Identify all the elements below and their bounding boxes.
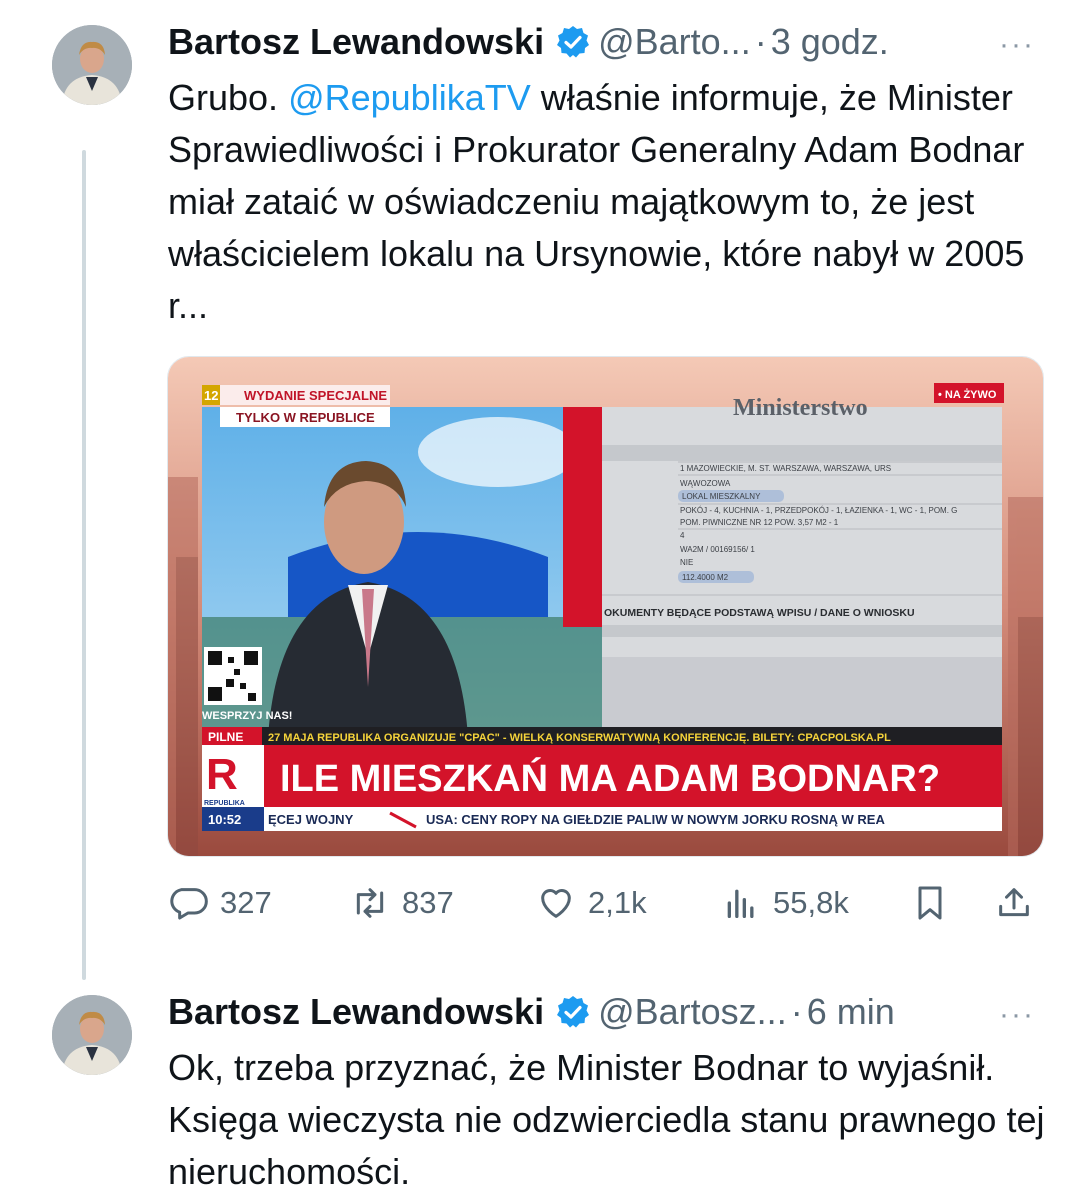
doc-header: Ministerstwo <box>733 395 868 421</box>
more-options-icon[interactable]: ··· <box>999 998 1035 1032</box>
repost-icon <box>356 888 384 918</box>
tweet-text: Ok, trzeba przyznać, że Minister Bodnar … <box>168 1047 1045 1192</box>
breaking-text: 27 MAJA REPUBLIKA ORGANIZUJE "CPAC" - WI… <box>268 732 891 744</box>
author-handle[interactable]: @Barto... <box>598 21 751 63</box>
doc-row-7: WA2M / 00169156/ 1 <box>680 545 755 554</box>
tweet-2: Bartosz Lewandowski @Bartosz... · 6 min … <box>0 960 1067 1200</box>
tweet-1: Bartosz Lewandowski @Barto... · 3 godz. … <box>0 0 1067 980</box>
ticker-left: ĘCEJ WOJNY <box>268 812 354 827</box>
views-button[interactable]: 55,8k <box>721 875 849 931</box>
author-name[interactable]: Bartosz Lewandowski <box>168 991 544 1033</box>
verified-badge-icon <box>556 25 590 59</box>
republika-name: REPUBLIKA <box>204 800 245 807</box>
tweet-header: Bartosz Lewandowski @Bartosz... · 6 min <box>168 991 895 1033</box>
reply-icon <box>170 888 208 920</box>
doc-row-8: NIE <box>680 558 693 567</box>
repost-count: 837 <box>402 885 454 920</box>
views-chart-icon <box>727 889 754 918</box>
separator-dot: · <box>790 991 803 1032</box>
doc-row-2: WĄWOZOWA <box>680 479 731 488</box>
author-avatar[interactable] <box>52 25 132 105</box>
author-handle[interactable]: @Bartosz... <box>598 991 787 1033</box>
bookmark-button[interactable] <box>910 875 962 931</box>
republika-logo: R <box>206 750 238 799</box>
reply-count: 327 <box>220 885 272 920</box>
tweet-media-image[interactable]: WESPRZYJ NAS! Ministerstwo 1 MAZOWIECKIE… <box>167 356 1044 857</box>
verified-badge-icon <box>556 995 590 1029</box>
author-name[interactable]: Bartosz Lewandowski <box>168 21 544 63</box>
tweet-action-bar: 327 837 2,1k 55,8k <box>168 875 1048 931</box>
breaking-label: PILNE <box>208 730 243 744</box>
view-count: 55,8k <box>773 885 849 920</box>
more-options-icon[interactable]: ··· <box>999 28 1035 62</box>
tweet-timestamp[interactable]: 6 min <box>807 991 895 1033</box>
tweet-header: Bartosz Lewandowski @Barto... · 3 godz. <box>168 21 889 63</box>
doc-row-3: LOKAL MIESZKALNY <box>682 492 761 501</box>
share-button[interactable] <box>994 875 1046 931</box>
tweet-timestamp[interactable]: 3 godz. <box>771 21 889 63</box>
doc-row-1: 1 MAZOWIECKIE, M. ST. WARSZAWA, WARSZAWA… <box>680 464 891 473</box>
author-avatar[interactable] <box>52 995 132 1075</box>
doc-row-6: 4 <box>680 531 685 540</box>
special-edition-label: WYDANIE SPECJALNE <box>244 388 387 403</box>
live-badge: • NA ŻYWO <box>938 388 997 401</box>
doc-footer: OKUMENTY BĘDĄCE PODSTAWĄ WPISU / DANE O … <box>604 607 915 619</box>
support-text: WESPRZYJ NAS! <box>202 710 292 722</box>
clock: 10:52 <box>208 812 241 827</box>
headline-text: ILE MIESZKAŃ MA ADAM BODNAR? <box>280 756 940 800</box>
tweet-text: Grubo. @RepublikaTV właśnie informuje, ż… <box>168 72 1048 332</box>
channel-number: 12 <box>204 388 218 403</box>
only-in-label: TYLKO W REPUBLICE <box>236 410 375 425</box>
doc-row-5: POM. PIWNICZNE NR 12 POW. 3,57 M2 - 1 <box>680 518 839 527</box>
repost-button[interactable]: 837 <box>350 875 454 931</box>
like-count: 2,1k <box>588 885 647 920</box>
ticker-right: USA: CENY ROPY NA GIEŁDZIE PALIW W NOWYM… <box>426 812 885 827</box>
reply-button[interactable]: 327 <box>168 875 272 931</box>
mention-link[interactable]: @RepublikaTV <box>288 77 531 118</box>
separator-dot: · <box>754 21 767 62</box>
doc-row-9: 112.4000 M2 <box>682 573 729 582</box>
heart-icon <box>541 889 571 918</box>
doc-row-4: POKÓJ - 4, KUCHNIA - 1, PRZEDPOKÓJ - 1, … <box>680 506 957 515</box>
tweet-text-start: Grubo. <box>168 77 289 118</box>
share-icon <box>999 888 1029 917</box>
thread-connector <box>82 150 86 980</box>
like-button[interactable]: 2,1k <box>536 875 647 931</box>
bookmark-icon <box>918 886 942 920</box>
